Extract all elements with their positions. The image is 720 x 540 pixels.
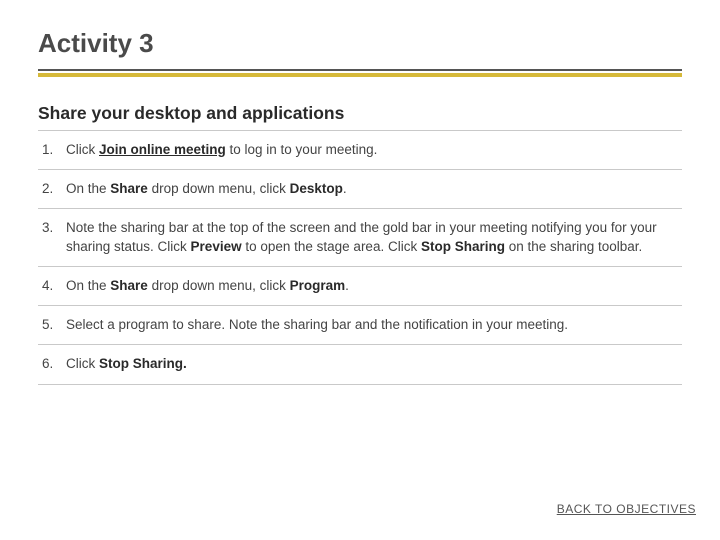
step-text: Click bbox=[66, 356, 99, 371]
step-text: . bbox=[345, 278, 349, 293]
step-item: Click Join online meeting to log in to y… bbox=[38, 131, 682, 170]
page-title: Activity 3 bbox=[38, 28, 682, 59]
step-item: Select a program to share. Note the shar… bbox=[38, 306, 682, 345]
term-share: Share bbox=[110, 181, 148, 196]
step-item: On the Share drop down menu, click Deskt… bbox=[38, 170, 682, 209]
divider-dark bbox=[38, 69, 682, 71]
step-text: on the sharing toolbar. bbox=[505, 239, 642, 254]
step-text: to log in to your meeting. bbox=[226, 142, 378, 157]
term-stop-sharing: Stop Sharing. bbox=[99, 356, 187, 371]
divider-gold bbox=[38, 73, 682, 77]
term-stop-sharing: Stop Sharing bbox=[421, 239, 505, 254]
step-text: On the bbox=[66, 278, 110, 293]
step-text: On the bbox=[66, 181, 110, 196]
link-join-meeting[interactable]: Join online meeting bbox=[99, 142, 226, 157]
step-text: Click bbox=[66, 142, 99, 157]
term-program: Program bbox=[290, 278, 346, 293]
section-subtitle: Share your desktop and applications bbox=[38, 103, 682, 131]
step-text: . bbox=[343, 181, 347, 196]
step-text: to open the stage area. Click bbox=[242, 239, 421, 254]
term-desktop: Desktop bbox=[290, 181, 343, 196]
slide-content: Activity 3 Share your desktop and applic… bbox=[0, 0, 720, 385]
step-item: Click Stop Sharing. bbox=[38, 345, 682, 384]
step-text: drop down menu, click bbox=[148, 278, 290, 293]
step-item: Note the sharing bar at the top of the s… bbox=[38, 209, 682, 266]
term-share: Share bbox=[110, 278, 148, 293]
back-to-objectives-link[interactable]: BACK TO OBJECTIVES bbox=[557, 502, 696, 516]
term-preview: Preview bbox=[191, 239, 242, 254]
step-text: drop down menu, click bbox=[148, 181, 290, 196]
step-item: On the Share drop down menu, click Progr… bbox=[38, 267, 682, 306]
step-text: Select a program to share. Note the shar… bbox=[66, 317, 568, 332]
steps-list: Click Join online meeting to log in to y… bbox=[38, 131, 682, 385]
